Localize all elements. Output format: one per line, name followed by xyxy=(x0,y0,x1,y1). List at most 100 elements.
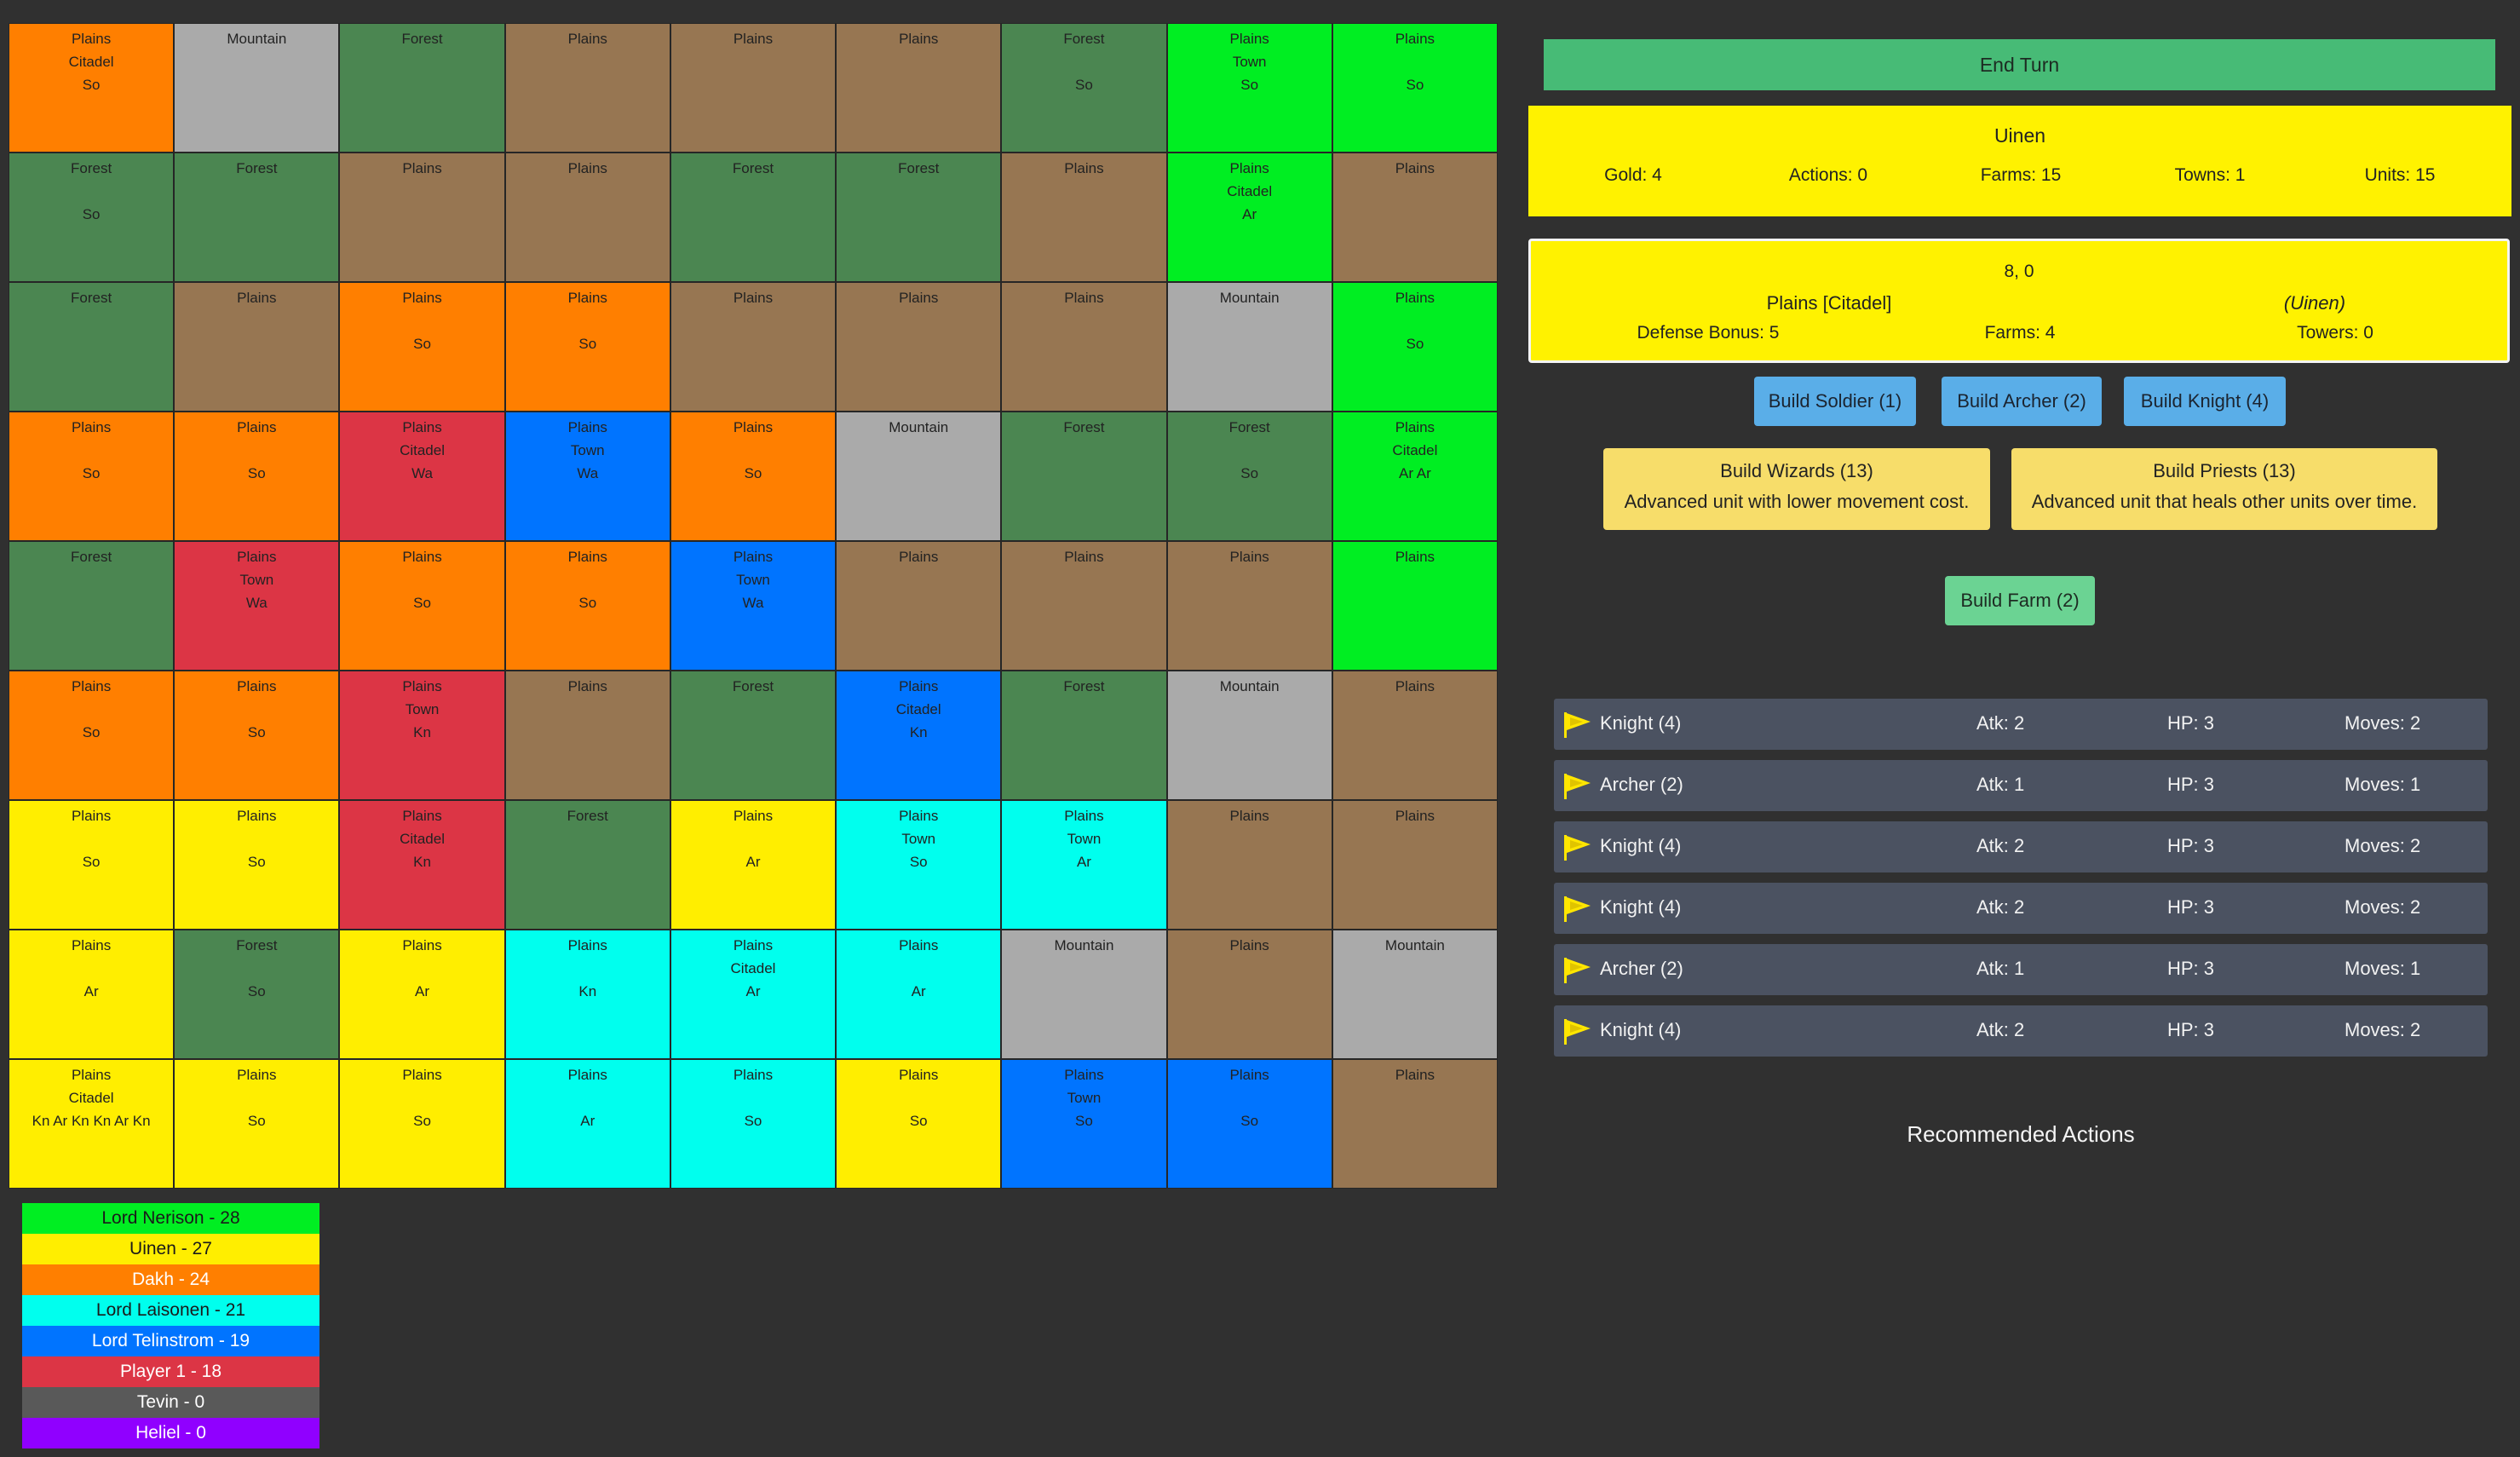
map-tile[interactable]: Forest xyxy=(339,23,505,153)
unit-row[interactable]: Knight (4) Atk: 2 HP: 3 Moves: 2 xyxy=(1554,883,2488,934)
map-tile[interactable]: Plains So xyxy=(1332,282,1498,412)
map-tile[interactable]: Plains Town Ar xyxy=(1001,800,1167,930)
map-tile[interactable]: Plains Town Wa xyxy=(670,541,837,671)
map-tile[interactable]: Forest xyxy=(670,153,837,282)
map-tile[interactable]: Plains So xyxy=(174,412,340,541)
map-tile[interactable]: Plains Town So xyxy=(1001,1059,1167,1189)
map-tile[interactable]: Plains So xyxy=(504,282,670,412)
map-tile[interactable]: Forest So xyxy=(9,153,175,282)
map-tile[interactable]: Plains Town Kn xyxy=(339,671,505,800)
map-tile[interactable]: Plains xyxy=(1332,671,1498,800)
map-tile[interactable]: Plains So xyxy=(670,412,837,541)
tile-feature xyxy=(1002,50,1165,73)
map-tile[interactable]: Mountain xyxy=(1166,671,1332,800)
map-tile[interactable]: Plains Citadel Ar xyxy=(670,930,837,1059)
map-tile[interactable]: Forest So xyxy=(1166,412,1332,541)
build-farm-button[interactable]: Build Farm (2) xyxy=(1945,576,2095,625)
map-tile[interactable]: Plains Citadel Kn Ar Kn Kn Ar Kn xyxy=(9,1059,175,1189)
end-turn-button[interactable]: End Turn xyxy=(1544,39,2495,90)
map-tile[interactable]: Forest xyxy=(670,671,837,800)
map-tile[interactable]: Plains So xyxy=(1332,23,1498,153)
map-tile[interactable]: Mountain xyxy=(1001,930,1167,1059)
map-tile[interactable]: Plains So xyxy=(339,541,505,671)
map-tile[interactable]: Plains So xyxy=(339,282,505,412)
map-tile[interactable]: Plains So xyxy=(174,671,340,800)
map-tile[interactable]: Plains So xyxy=(174,1059,340,1189)
map-tile[interactable]: Plains xyxy=(1001,541,1167,671)
map-tile[interactable]: Plains So xyxy=(1166,1059,1332,1189)
map-tile[interactable]: Plains Citadel Wa xyxy=(339,412,505,541)
map-tile[interactable]: Plains Town Wa xyxy=(504,412,670,541)
map-tile[interactable]: Mountain xyxy=(174,23,340,153)
map-tile[interactable]: Plains So xyxy=(836,1059,1002,1189)
map-tile[interactable]: Plains Ar xyxy=(836,930,1002,1059)
map-tile[interactable]: Plains Town So xyxy=(836,800,1002,930)
map-tile[interactable]: Plains So xyxy=(9,800,175,930)
map-tile[interactable]: Plains Citadel Kn xyxy=(339,800,505,930)
map-tile[interactable]: Plains xyxy=(836,541,1002,671)
map-tile[interactable]: Forest xyxy=(9,282,175,412)
map-tile[interactable]: Plains xyxy=(1001,282,1167,412)
map-tile[interactable]: Forest xyxy=(836,153,1002,282)
map-tile[interactable]: Plains Citadel So xyxy=(9,23,175,153)
unit-row[interactable]: Knight (4) Atk: 2 HP: 3 Moves: 2 xyxy=(1554,1005,2488,1057)
map-tile[interactable]: Plains Citadel Ar xyxy=(1166,153,1332,282)
map-tile[interactable]: Forest xyxy=(1001,412,1167,541)
map-tile[interactable]: Plains xyxy=(1166,930,1332,1059)
build-archer-button[interactable]: Build Archer (2) xyxy=(1942,377,2102,426)
unit-list: Knight (4) Atk: 2 HP: 3 Moves: 2 Archer (2) A… xyxy=(1554,699,2488,1067)
map-tile[interactable]: Plains Kn xyxy=(504,930,670,1059)
map-tile[interactable]: Plains Town Wa xyxy=(174,541,340,671)
map-tile[interactable]: Plains xyxy=(1166,800,1332,930)
map-tile[interactable]: Forest xyxy=(1001,671,1167,800)
map-tile[interactable]: Forest So xyxy=(1001,23,1167,153)
build-soldier-button[interactable]: Build Soldier (1) xyxy=(1754,377,1916,426)
tile-terrain: Forest xyxy=(236,160,278,176)
map-tile[interactable]: Plains So xyxy=(670,1059,837,1189)
map-tile[interactable]: Plains So xyxy=(9,412,175,541)
map-tile[interactable]: Plains Ar xyxy=(504,1059,670,1189)
map-tile[interactable]: Plains xyxy=(1332,541,1498,671)
map-tile[interactable]: Plains xyxy=(504,153,670,282)
map-tile[interactable]: Plains Citadel Ar Ar xyxy=(1332,412,1498,541)
map-tile[interactable]: Plains xyxy=(670,23,837,153)
build-knight-button[interactable]: Build Knight (4) xyxy=(2124,377,2286,426)
unit-row[interactable]: Knight (4) Atk: 2 HP: 3 Moves: 2 xyxy=(1554,821,2488,872)
build-priests-button[interactable]: Build Priests (13) Advanced unit that he… xyxy=(2011,448,2437,530)
map-tile[interactable]: Forest xyxy=(9,541,175,671)
map-tile[interactable]: Plains xyxy=(670,282,837,412)
map-tile[interactable]: Mountain xyxy=(836,412,1002,541)
unit-name: Archer (2) xyxy=(1600,774,1683,795)
map-tile[interactable]: Plains Citadel Kn xyxy=(836,671,1002,800)
build-wizards-button[interactable]: Build Wizards (13) Advanced unit with lo… xyxy=(1603,448,1990,530)
map-tile[interactable]: Plains xyxy=(1166,541,1332,671)
tile-units xyxy=(837,332,1000,355)
map-tile[interactable]: Mountain xyxy=(1332,930,1498,1059)
map-tile[interactable]: Plains Ar xyxy=(670,800,837,930)
map-tile[interactable]: Plains So xyxy=(174,800,340,930)
map-tile[interactable]: Plains xyxy=(339,153,505,282)
unit-row[interactable]: Knight (4) Atk: 2 HP: 3 Moves: 2 xyxy=(1554,699,2488,750)
map-tile[interactable]: Forest xyxy=(174,153,340,282)
map-tile[interactable]: Plains So xyxy=(504,541,670,671)
map-tile[interactable]: Mountain xyxy=(1166,282,1332,412)
map-tile[interactable]: Plains So xyxy=(9,671,175,800)
map-tile[interactable]: Plains xyxy=(1332,153,1498,282)
map-tile[interactable]: Plains xyxy=(836,23,1002,153)
map-tile[interactable]: Plains Town So xyxy=(1166,23,1332,153)
map-tile[interactable]: Plains xyxy=(504,671,670,800)
map-tile[interactable]: Plains So xyxy=(339,1059,505,1189)
map-tile[interactable]: Plains xyxy=(174,282,340,412)
map-tile[interactable]: Plains xyxy=(836,282,1002,412)
player-legend: Lord Nerison - 28 Uinen - 27 Dakh - 24 Lord… xyxy=(22,1203,319,1448)
unit-row[interactable]: Archer (2) Atk: 1 HP: 3 Moves: 1 xyxy=(1554,944,2488,995)
unit-row[interactable]: Archer (2) Atk: 1 HP: 3 Moves: 1 xyxy=(1554,760,2488,811)
map-tile[interactable]: Forest So xyxy=(174,930,340,1059)
map-tile[interactable]: Plains xyxy=(1332,1059,1498,1189)
map-tile[interactable]: Plains Ar xyxy=(339,930,505,1059)
map-tile[interactable]: Plains Ar xyxy=(9,930,175,1059)
map-tile[interactable]: Plains xyxy=(504,23,670,153)
map-tile[interactable]: Forest xyxy=(504,800,670,930)
map-tile[interactable]: Plains xyxy=(1001,153,1167,282)
map-tile[interactable]: Plains xyxy=(1332,800,1498,930)
